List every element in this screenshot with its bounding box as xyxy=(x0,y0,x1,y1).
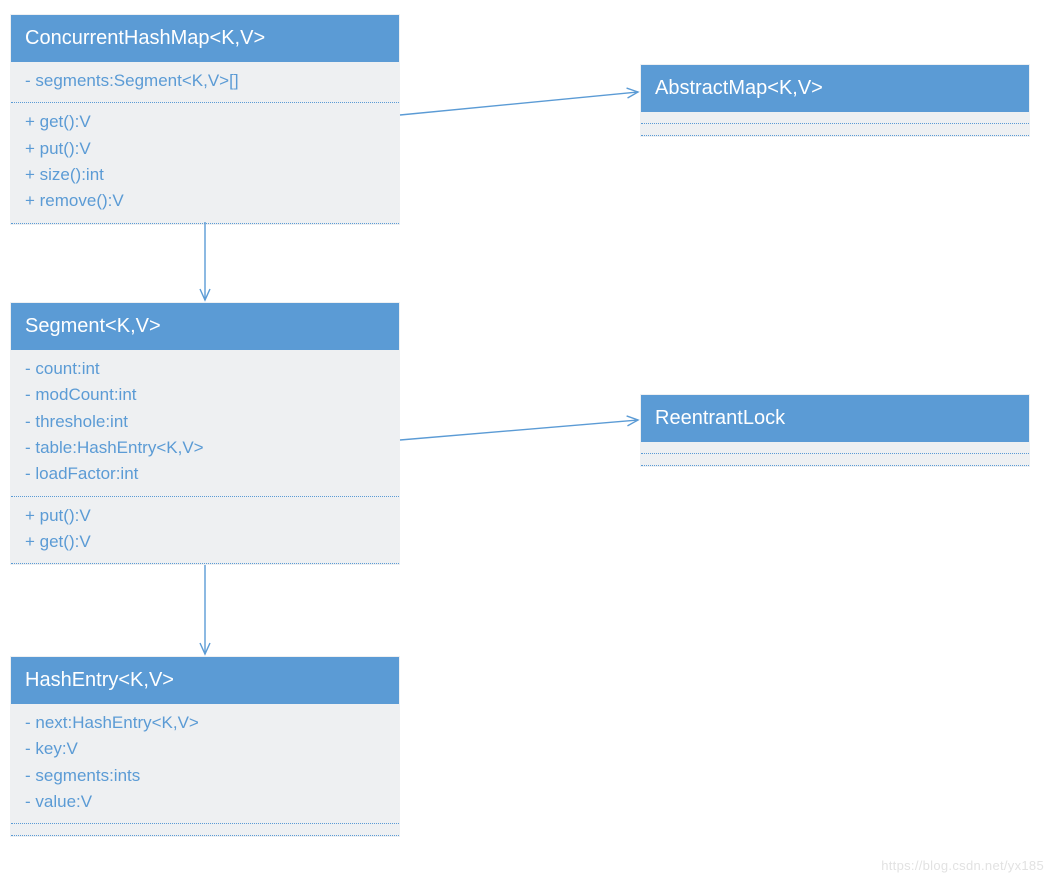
method: + get():V xyxy=(25,109,385,135)
arrow-chm-to-abstractmap xyxy=(400,92,638,115)
field: - value:V xyxy=(25,789,385,815)
class-hashentry: HashEntry<K,V> - next:HashEntry<K,V> - k… xyxy=(10,656,400,837)
method: + get():V xyxy=(25,529,385,555)
arrow-segment-to-reentrantlock xyxy=(400,420,638,440)
class-concurrenthashmap: ConcurrentHashMap<K,V> - segments:Segmen… xyxy=(10,14,400,225)
watermark: https://blog.csdn.net/yx185 xyxy=(881,858,1044,873)
method: + put():V xyxy=(25,136,385,162)
field: - modCount:int xyxy=(25,382,385,408)
field: - threshole:int xyxy=(25,409,385,435)
methods-compartment xyxy=(11,824,399,836)
class-title: ReentrantLock xyxy=(641,395,1029,442)
field: - key:V xyxy=(25,736,385,762)
methods-compartment: + get():V + put():V + size():int + remov… xyxy=(11,103,399,223)
fields-compartment xyxy=(641,112,1029,124)
class-segment: Segment<K,V> - count:int - modCount:int … xyxy=(10,302,400,565)
field: - next:HashEntry<K,V> xyxy=(25,710,385,736)
class-title: Segment<K,V> xyxy=(11,303,399,350)
methods-compartment xyxy=(641,454,1029,466)
method: + put():V xyxy=(25,503,385,529)
fields-compartment xyxy=(641,442,1029,454)
class-title: AbstractMap<K,V> xyxy=(641,65,1029,112)
fields-compartment: - count:int - modCount:int - threshole:i… xyxy=(11,350,399,497)
fields-compartment: - next:HashEntry<K,V> - key:V - segments… xyxy=(11,704,399,824)
method: + size():int xyxy=(25,162,385,188)
field: - segments:ints xyxy=(25,763,385,789)
diagram-canvas: ConcurrentHashMap<K,V> - segments:Segmen… xyxy=(0,0,1052,879)
class-reentrantlock: ReentrantLock xyxy=(640,394,1030,467)
field: - count:int xyxy=(25,356,385,382)
field: - segments:Segment<K,V>[] xyxy=(25,68,385,94)
class-title: HashEntry<K,V> xyxy=(11,657,399,704)
methods-compartment xyxy=(641,124,1029,136)
class-title: ConcurrentHashMap<K,V> xyxy=(11,15,399,62)
method: + remove():V xyxy=(25,188,385,214)
field: - loadFactor:int xyxy=(25,461,385,487)
class-abstractmap: AbstractMap<K,V> xyxy=(640,64,1030,137)
field: - table:HashEntry<K,V> xyxy=(25,435,385,461)
methods-compartment: + put():V + get():V xyxy=(11,497,399,565)
fields-compartment: - segments:Segment<K,V>[] xyxy=(11,62,399,103)
